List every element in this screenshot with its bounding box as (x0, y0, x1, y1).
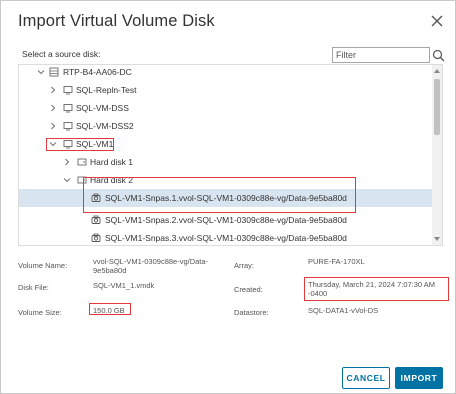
tree-item-folder[interactable]: SQL-VM-DSS (19, 99, 432, 117)
vm-icon (63, 140, 73, 149)
tree-item-snapshot[interactable]: SQL-VM1-Snpas.3.vvol-SQL-VM1-0309c88e-vg… (19, 229, 432, 245)
snapshot-icon (91, 215, 101, 224)
vm-icon (63, 104, 73, 113)
datastore-value: SQL-DATA1-vVol-DS (308, 306, 379, 315)
datastore-label: Datastore: (234, 308, 269, 317)
volume-size-value: 150.0 GB (93, 306, 125, 315)
scroll-down-icon[interactable] (433, 235, 441, 243)
chevron-right-icon[interactable] (63, 158, 71, 166)
created-line: -0400 (308, 289, 328, 298)
tree-item-disk[interactable]: Hard disk 1 (19, 153, 432, 171)
volume-name-line: vvol-SQL-VM1-0309c88e-vg/Data- (93, 257, 209, 266)
scroll-up-icon[interactable] (433, 67, 441, 75)
snapshot-icon (91, 193, 101, 202)
chevron-right-icon[interactable] (49, 122, 57, 130)
tree-item-label: SQL-VM1-Snpas.2.vvol-SQL-VM1-0309c88e-vg… (105, 215, 347, 225)
disk-icon (77, 176, 87, 184)
dialog-title: Import Virtual Volume Disk (18, 12, 215, 30)
tree-item-label: SQL-VM1 (76, 139, 114, 149)
tree-item-datacenter[interactable]: RTP-B4-AA06-DC (19, 65, 432, 81)
source-disk-label: Select a source disk: (22, 49, 101, 59)
import-button[interactable]: IMPORT (395, 367, 443, 389)
chevron-right-icon[interactable] (49, 104, 57, 112)
tree-item-snapshot[interactable]: SQL-VM1-Snpas.2.vvol-SQL-VM1-0309c88e-vg… (19, 211, 432, 229)
disk-file-value: SQL-VM1_1.vmdk (93, 281, 155, 290)
search-icon[interactable] (432, 49, 445, 62)
tree-item-folder[interactable]: SQL-Repln-Test (19, 81, 432, 99)
tree-item-label: SQL-VM1-Snpas.3.vvol-SQL-VM1-0309c88e-vg… (105, 233, 347, 243)
tree-item-label: SQL-VM-DSS2 (76, 121, 134, 131)
disk-icon (77, 158, 87, 166)
disk-tree: RTP-B4-AA06-DC SQL-Repln-Test SQL-VM-DSS (18, 64, 443, 246)
chevron-down-icon[interactable] (63, 176, 71, 184)
created-label: Created: (234, 285, 263, 294)
volume-size-label: Volume Size: (18, 308, 62, 317)
disk-file-label: Disk File: (18, 283, 49, 292)
chevron-right-icon[interactable] (49, 86, 57, 94)
tree-scrollbar[interactable] (432, 65, 442, 245)
tree-item-label: SQL-VM1-Snpas.1.vvol-SQL-VM1-0309c88e-vg… (105, 193, 347, 203)
tree-item-vm[interactable]: SQL-VM1 (19, 135, 432, 153)
tree-item-label: Hard disk 1 (90, 157, 133, 167)
close-icon[interactable] (428, 12, 446, 30)
tree-item-disk[interactable]: Hard disk 2 (19, 171, 432, 189)
chevron-down-icon[interactable] (37, 68, 45, 76)
filter-input[interactable] (332, 47, 430, 63)
vm-icon (63, 86, 73, 95)
array-value: PURE-FA-170XL (308, 257, 365, 266)
vm-icon (63, 122, 73, 131)
volume-name-label: Volume Name: (18, 261, 68, 270)
tree-item-snapshot[interactable]: SQL-VM1-Snpas.1.vvol-SQL-VM1-0309c88e-vg… (19, 189, 432, 207)
tree-item-label: SQL-VM-DSS (76, 103, 129, 113)
tree-item-label: RTP-B4-AA06-DC (63, 67, 132, 77)
tree-item-label: SQL-Repln-Test (76, 85, 137, 95)
created-line: Thursday, March 21, 2024 7:07:30 AM (308, 280, 436, 289)
array-label: Array: (234, 261, 255, 270)
chevron-down-icon[interactable] (49, 140, 57, 148)
created-value: Thursday, March 21, 2024 7:07:30 AM -040… (308, 280, 435, 298)
import-vvol-dialog: Import Virtual Volume Disk Select a sour… (0, 0, 456, 394)
cancel-button[interactable]: CANCEL (342, 367, 390, 389)
tree-item-label: Hard disk 2 (90, 175, 133, 185)
tree-item-folder[interactable]: SQL-VM-DSS2 (19, 117, 432, 135)
datacenter-icon (49, 67, 59, 77)
snapshot-icon (91, 233, 101, 242)
volume-name-line: 9e5ba80d (93, 266, 127, 275)
scrollbar-thumb[interactable] (434, 79, 440, 135)
volume-name-value: vvol-SQL-VM1-0309c88e-vg/Data- 9e5ba80d (93, 257, 208, 275)
